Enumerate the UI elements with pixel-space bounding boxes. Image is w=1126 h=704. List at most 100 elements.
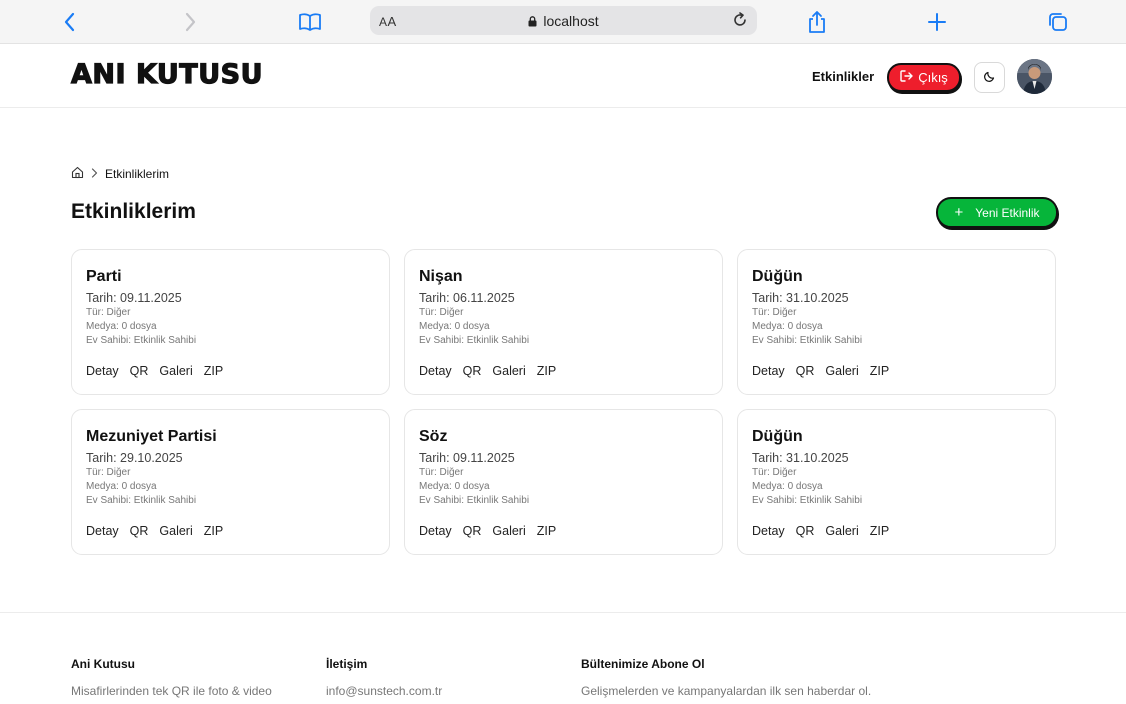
home-icon[interactable] — [71, 166, 84, 182]
detail-link[interactable]: Detay — [419, 364, 452, 378]
detail-link[interactable]: Detay — [86, 364, 119, 378]
event-host: Ev Sahibi: Etkinlik Sahibi — [752, 335, 863, 346]
event-title: Parti — [86, 268, 122, 285]
event-type: Tür: Diğer — [86, 467, 131, 478]
reload-icon[interactable] — [729, 9, 751, 31]
event-media: Medya: 0 dosya — [419, 481, 490, 492]
event-date: Tarih: 29.10.2025 — [86, 451, 183, 465]
gallery-link[interactable]: Galeri — [825, 364, 858, 378]
share-icon[interactable] — [803, 8, 831, 36]
footer-about-text: Misafirlerinden tek QR ile foto & video — [71, 684, 272, 698]
breadcrumb: Etkinliklerim — [71, 166, 169, 182]
gallery-link[interactable]: Galeri — [492, 364, 525, 378]
gallery-link[interactable]: Galeri — [825, 524, 858, 538]
url-text: localhost — [543, 13, 599, 29]
plus-icon: + — [954, 203, 964, 221]
zip-link[interactable]: ZIP — [870, 524, 889, 538]
back-icon[interactable] — [56, 8, 84, 36]
event-title: Nişan — [419, 268, 463, 285]
theme-toggle-button[interactable] — [974, 62, 1005, 93]
event-type: Tür: Diğer — [752, 467, 797, 478]
event-host: Ev Sahibi: Etkinlik Sahibi — [419, 495, 530, 506]
qr-link[interactable]: QR — [130, 524, 149, 538]
detail-link[interactable]: Detay — [752, 364, 785, 378]
event-actions: Detay QR Galeri ZIP — [752, 524, 900, 538]
footer-newsletter-title: Bültenimize Abone Ol — [581, 657, 705, 671]
lock-icon — [528, 14, 537, 30]
event-card: Düğün Tarih: 31.10.2025 Tür: Diğer Medya… — [737, 249, 1056, 395]
event-host: Ev Sahibi: Etkinlik Sahibi — [86, 335, 197, 346]
event-media: Medya: 0 dosya — [419, 321, 490, 332]
logout-icon — [900, 70, 913, 85]
forward-icon[interactable] — [176, 8, 204, 36]
logout-label: Çıkış — [918, 70, 948, 85]
site-footer: Ani Kutusu Misafirlerinden tek QR ile fo… — [0, 612, 1126, 704]
footer-newsletter: Bültenimize Abone Ol Gelişmelerden ve ka… — [581, 657, 871, 699]
event-type: Tür: Diğer — [419, 467, 464, 478]
event-date: Tarih: 31.10.2025 — [752, 291, 849, 305]
event-title: Düğün — [752, 428, 803, 445]
moon-icon — [983, 69, 996, 87]
event-card: Parti Tarih: 09.11.2025 Tür: Diğer Medya… — [71, 249, 390, 395]
browser-toolbar: AA localhost — [0, 0, 1126, 44]
event-date: Tarih: 09.11.2025 — [86, 291, 182, 305]
event-date: Tarih: 31.10.2025 — [752, 451, 849, 465]
url-display[interactable]: localhost — [370, 13, 757, 30]
footer-newsletter-text: Gelişmelerden ve kampanyalardan ilk sen … — [581, 684, 872, 698]
footer-contact-email[interactable]: info@sunstech.com.tr — [326, 683, 442, 699]
site-logo[interactable]: ANI KUTUSU — [70, 58, 263, 90]
footer-about: Ani Kutusu Misafirlerinden tek QR ile fo… — [71, 657, 272, 699]
event-host: Ev Sahibi: Etkinlik Sahibi — [752, 495, 863, 506]
detail-link[interactable]: Detay — [752, 524, 785, 538]
avatar[interactable] — [1017, 59, 1052, 94]
detail-link[interactable]: Detay — [86, 524, 119, 538]
footer-contact-title: İletişim — [326, 657, 368, 671]
event-actions: Detay QR Galeri ZIP — [419, 364, 567, 378]
event-media: Medya: 0 dosya — [86, 321, 157, 332]
page-title: Etkinliklerim — [71, 200, 196, 223]
event-type: Tür: Diğer — [419, 307, 464, 318]
event-title: Söz — [419, 428, 448, 445]
bookmarks-icon[interactable] — [296, 8, 324, 36]
tabs-icon[interactable] — [1044, 8, 1072, 36]
logout-button[interactable]: Çıkış — [887, 63, 961, 92]
qr-link[interactable]: QR — [463, 524, 482, 538]
event-host: Ev Sahibi: Etkinlik Sahibi — [86, 495, 197, 506]
qr-link[interactable]: QR — [796, 524, 815, 538]
detail-link[interactable]: Detay — [419, 524, 452, 538]
zip-link[interactable]: ZIP — [537, 364, 556, 378]
event-actions: Detay QR Galeri ZIP — [419, 524, 567, 538]
event-actions: Detay QR Galeri ZIP — [86, 364, 234, 378]
event-card: Düğün Tarih: 31.10.2025 Tür: Diğer Medya… — [737, 409, 1056, 555]
qr-link[interactable]: QR — [796, 364, 815, 378]
event-actions: Detay QR Galeri ZIP — [752, 364, 900, 378]
address-bar[interactable]: AA localhost — [370, 6, 757, 35]
event-date: Tarih: 06.11.2025 — [419, 291, 515, 305]
event-type: Tür: Diğer — [752, 307, 797, 318]
nav-events-link[interactable]: Etkinlikler — [812, 69, 874, 84]
chevron-right-icon — [91, 167, 98, 181]
event-type: Tür: Diğer — [86, 307, 131, 318]
gallery-link[interactable]: Galeri — [492, 524, 525, 538]
footer-about-title: Ani Kutusu — [71, 657, 135, 671]
qr-link[interactable]: QR — [463, 364, 482, 378]
event-title: Düğün — [752, 268, 803, 285]
breadcrumb-current: Etkinliklerim — [105, 167, 170, 181]
event-host: Ev Sahibi: Etkinlik Sahibi — [419, 335, 530, 346]
event-card: Mezuniyet Partisi Tarih: 29.10.2025 Tür:… — [71, 409, 390, 555]
event-media: Medya: 0 dosya — [752, 321, 823, 332]
event-media: Medya: 0 dosya — [86, 481, 157, 492]
zip-link[interactable]: ZIP — [204, 364, 223, 378]
gallery-link[interactable]: Galeri — [159, 524, 192, 538]
zip-link[interactable]: ZIP — [870, 364, 889, 378]
new-event-button[interactable]: + Yeni Etkinlik — [936, 197, 1058, 228]
event-actions: Detay QR Galeri ZIP — [86, 524, 234, 538]
new-tab-icon[interactable] — [923, 8, 951, 36]
gallery-link[interactable]: Galeri — [159, 364, 192, 378]
event-card: Söz Tarih: 09.11.2025 Tür: Diğer Medya: … — [404, 409, 723, 555]
new-event-label: Yeni Etkinlik — [975, 205, 1040, 220]
qr-link[interactable]: QR — [130, 364, 149, 378]
event-title: Mezuniyet Partisi — [86, 428, 217, 445]
zip-link[interactable]: ZIP — [204, 524, 223, 538]
zip-link[interactable]: ZIP — [537, 524, 556, 538]
